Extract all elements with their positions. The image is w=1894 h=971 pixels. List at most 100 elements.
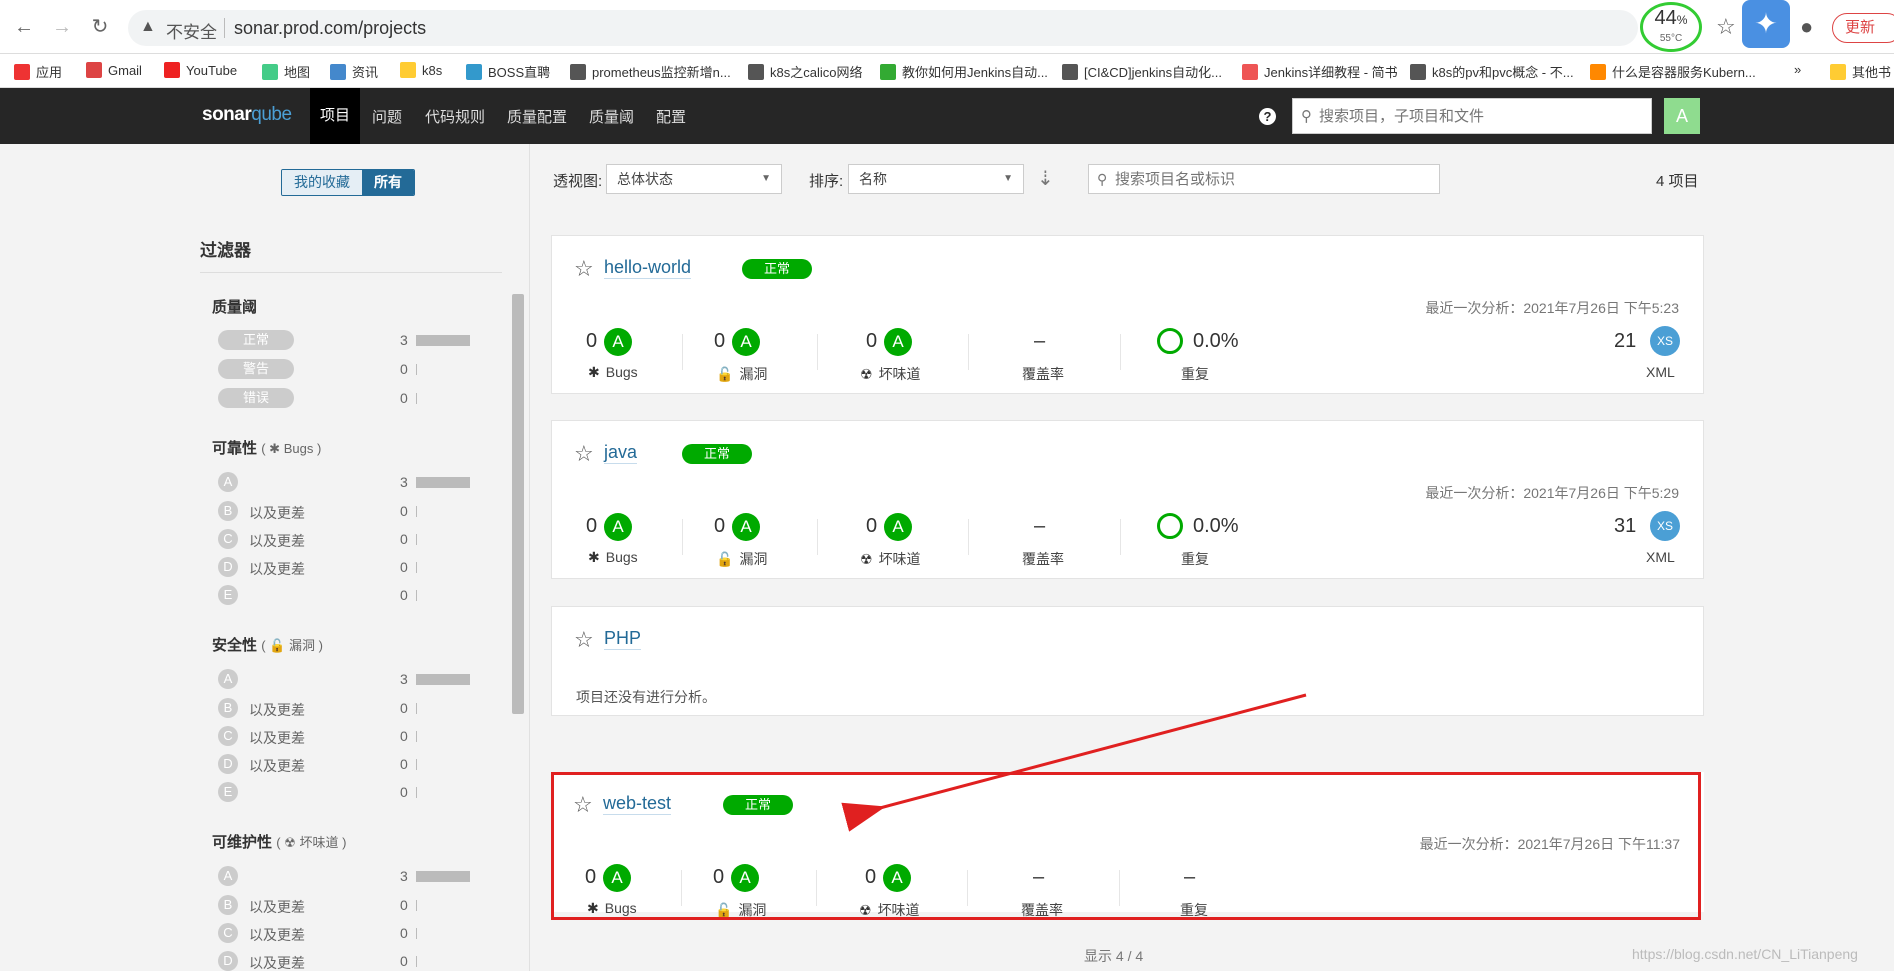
metric-label-text: Bugs — [605, 549, 638, 565]
security-filter-a[interactable]: A3 — [218, 669, 472, 691]
bookmark-item[interactable]: [CI&CD]jenkins自动化... — [1062, 62, 1222, 81]
qg-passed-pill: 正常 — [218, 330, 294, 350]
star-icon[interactable]: ☆ — [574, 627, 594, 653]
security-filter-d[interactable]: D 以及更差 0 — [218, 754, 472, 776]
nav-administration[interactable]: 配置 — [656, 106, 686, 127]
project-name-link[interactable]: PHP — [604, 628, 642, 650]
reliability-filter-e[interactable]: E0 — [218, 585, 472, 607]
reliability-filter-d[interactable]: D 以及更差 0 — [218, 557, 472, 579]
logo-part-a: sonar — [202, 104, 252, 125]
perspective-select[interactable]: 总体状态 ▼ — [606, 164, 782, 194]
profile-icon[interactable]: ● — [1800, 14, 1813, 40]
duplication-circle-icon — [1157, 513, 1183, 539]
forward-icon[interactable]: → — [52, 17, 72, 37]
rating-badge: A — [604, 513, 632, 541]
perspective-value: 总体状态 — [617, 171, 673, 187]
filter-qg-warn[interactable]: 警告 0 — [218, 359, 472, 381]
star-icon[interactable]: ☆ — [574, 256, 594, 282]
bookmark-item[interactable]: YouTube — [164, 62, 237, 78]
paren-close: ) — [318, 638, 323, 653]
nav-quality-profiles[interactable]: 质量配置 — [507, 106, 567, 127]
filter-count: 0 — [400, 361, 408, 377]
divider — [200, 272, 502, 273]
bookmark-label: k8s的pv和pvc概念 - 不... — [1432, 65, 1574, 80]
address-bar[interactable]: ▲ 不安全 sonar.prod.com/projects — [128, 10, 1638, 46]
security-filter-c[interactable]: C 以及更差 0 — [218, 726, 472, 748]
reliability-filter-b[interactable]: B 以及更差 0 — [218, 501, 472, 523]
rating-circle: D — [218, 557, 238, 577]
no-analysis-text: 项目还没有进行分析。 — [576, 689, 716, 705]
bookmark-item[interactable]: 应用 — [14, 62, 62, 81]
bookmark-item[interactable]: 其他书 — [1830, 62, 1891, 81]
maintainability-filter-c[interactable]: C 以及更差 0 — [218, 923, 472, 945]
star-icon[interactable]: ☆ — [574, 441, 594, 467]
bookmark-item[interactable]: Gmail — [86, 62, 142, 78]
nav-issues[interactable]: 问题 — [372, 106, 402, 127]
quality-gate-badge: 正常 — [742, 259, 813, 279]
bookmark-item[interactable]: k8s的pv和pvc概念 - 不... — [1410, 62, 1574, 81]
bookmark-item[interactable]: 地图 — [262, 62, 310, 81]
filter-bar — [416, 590, 417, 601]
back-icon[interactable]: ← — [14, 17, 34, 37]
bookmark-item[interactable]: prometheus监控新增n... — [570, 62, 731, 81]
update-button[interactable]: 更新 — [1832, 13, 1894, 43]
bookmark-item[interactable]: BOSS直聘 — [466, 62, 550, 81]
battery-pct: 44 — [1654, 7, 1677, 29]
global-search-input[interactable] — [1319, 99, 1644, 133]
battery-widget: 44% 55°C — [1640, 2, 1702, 52]
security-filter-e[interactable]: E0 — [218, 782, 472, 804]
bookmark-item[interactable]: 什么是容器服务Kubern... — [1590, 62, 1756, 81]
global-search[interactable]: ⚲ — [1292, 98, 1652, 134]
sonarqube-logo[interactable]: sonarqube — [202, 104, 292, 126]
filter-bar — [416, 364, 417, 375]
bug-icon: ✱ — [269, 441, 281, 456]
sort-select[interactable]: 名称 ▼ — [848, 164, 1024, 194]
filter-bar — [416, 506, 417, 517]
bookmark-item[interactable]: k8s之calico网络 — [748, 62, 862, 81]
nav-projects[interactable]: 项目 — [310, 88, 361, 144]
nav-quality-gates[interactable]: 质量阈 — [589, 106, 634, 127]
sort-direction-icon[interactable]: ⇣ — [1037, 166, 1054, 191]
divider — [968, 334, 969, 370]
reload-icon[interactable]: ↻ — [90, 17, 110, 37]
extension-bird-icon[interactable]: ✦ — [1742, 0, 1790, 48]
metric-value: 0 — [714, 330, 726, 352]
avatar[interactable]: A — [1664, 98, 1700, 134]
project-name-link[interactable]: java — [604, 442, 638, 464]
chevron-down-icon: ▼ — [1003, 173, 1013, 184]
project-search[interactable]: ⚲ — [1088, 164, 1440, 194]
url-text: sonar.prod.com/projects — [234, 18, 427, 38]
toggle-all[interactable]: 所有 — [362, 170, 414, 195]
bookmark-favicon-icon — [86, 62, 102, 78]
filter-bar — [416, 393, 417, 404]
project-search-input[interactable] — [1115, 165, 1435, 193]
filter-bar — [416, 956, 417, 967]
bookmark-star-icon[interactable]: ☆ — [1716, 14, 1736, 40]
security-filter-b[interactable]: B 以及更差 0 — [218, 698, 472, 720]
toggle-favorites[interactable]: 我的收藏 — [282, 170, 362, 195]
bookmark-item[interactable]: 教你如何用Jenkins自动... — [880, 62, 1048, 81]
help-icon[interactable]: ? — [1259, 108, 1276, 125]
bookmark-item[interactable]: 资讯 — [330, 62, 378, 81]
filter-bar — [416, 534, 417, 545]
maintainability-filter-a[interactable]: A3 — [218, 866, 472, 888]
bookmark-favicon-icon — [880, 64, 896, 80]
duplication-value: 0.0% — [1193, 330, 1239, 352]
reliability-filter-a[interactable]: A3 — [218, 472, 472, 494]
filter-count: 0 — [400, 503, 408, 519]
filter-qg-error[interactable]: 错误 0 — [218, 388, 472, 410]
filter-bar — [416, 703, 417, 714]
filter-qg-passed[interactable]: 正常 3 — [218, 330, 472, 352]
bookmark-favicon-icon — [14, 64, 30, 80]
bookmark-item[interactable]: k8s — [400, 62, 442, 78]
maintainability-filter-b[interactable]: B 以及更差 0 — [218, 895, 472, 917]
maintainability-filter-d[interactable]: D 以及更差 0 — [218, 951, 472, 971]
reliability-filter-c[interactable]: C 以及更差 0 — [218, 529, 472, 551]
rating-circle: A — [218, 866, 238, 886]
project-name-link[interactable]: hello-world — [604, 257, 692, 279]
bookmark-item[interactable]: » — [1794, 62, 1801, 77]
bookmark-item[interactable]: Jenkins详细教程 - 简书 — [1242, 62, 1398, 81]
sidebar-scrollbar[interactable] — [512, 294, 524, 714]
nav-rules[interactable]: 代码规则 — [425, 106, 485, 127]
rating-badge: A — [884, 328, 912, 356]
